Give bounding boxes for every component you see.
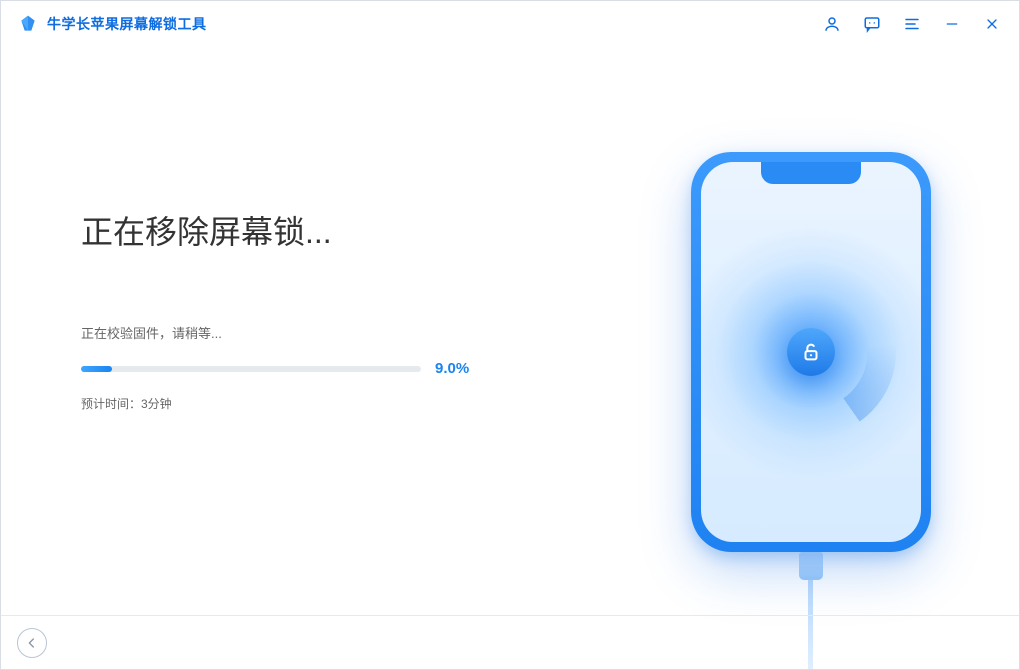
page-heading: 正在移除屏幕锁... [81,207,561,253]
status-text: 正在校验固件，请稍等... [81,323,561,342]
app-window: 牛学长苹果屏幕解锁工具 正在移除屏幕锁... 正在校验固件，请稍等... [0,0,1020,670]
content: 正在移除屏幕锁... 正在校验固件，请稍等... 9.0% 预计时间：3分钟 [1,47,1019,615]
titlebar: 牛学长苹果屏幕解锁工具 [1,1,1019,47]
app-title: 牛学长苹果屏幕解锁工具 [47,14,207,34]
progress-row: 9.0% [81,360,561,377]
menu-icon[interactable] [901,13,923,35]
phone-notch [761,162,861,184]
unlocked-lock-icon [787,328,835,376]
left-pane: 正在移除屏幕锁... 正在校验固件，请稍等... 9.0% 预计时间：3分钟 [1,47,561,615]
eta-text: 预计时间：3分钟 [81,395,561,412]
titlebar-actions [821,13,1003,35]
back-button[interactable] [17,628,47,658]
progress-bar [81,366,421,372]
minimize-button[interactable] [941,13,963,35]
brand: 牛学长苹果屏幕解锁工具 [17,13,207,35]
illustration-pane [561,47,1019,615]
phone-screen [701,162,921,542]
phone-illustration [691,152,931,572]
progress-fill [81,366,112,372]
user-icon[interactable] [821,13,843,35]
progress-percent: 9.0% [435,360,469,377]
brand-logo-icon [17,13,39,35]
feedback-icon[interactable] [861,13,883,35]
phone-body [691,152,931,552]
cable-plug [799,552,823,580]
close-button[interactable] [981,13,1003,35]
footer [1,615,1019,669]
